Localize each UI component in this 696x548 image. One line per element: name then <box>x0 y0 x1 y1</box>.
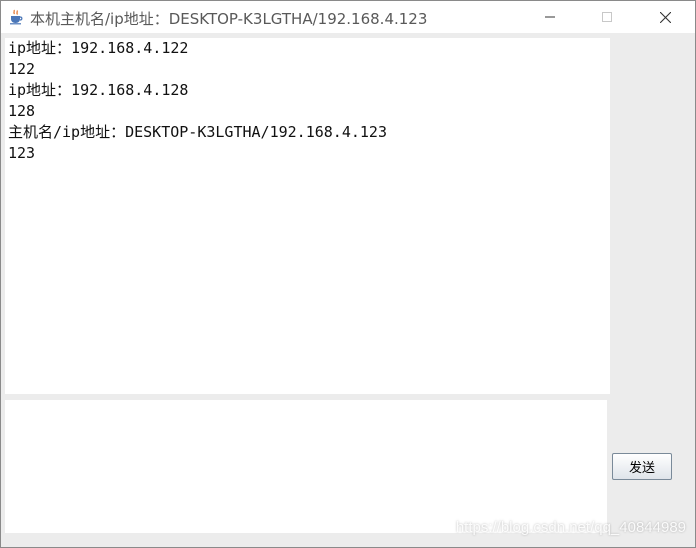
minimize-icon <box>545 16 555 18</box>
output-line: 128 <box>8 102 36 120</box>
output-line: ip地址：192.168.4.122 <box>8 39 189 57</box>
app-window: 本机主机名/ip地址：DESKTOP-K3LGTHA/192.168.4.123… <box>0 0 696 548</box>
close-button[interactable] <box>642 1 688 33</box>
watermark-text: https://blog.csdn.net/qq_40844989 <box>455 519 686 536</box>
java-coffee-cup-icon[interactable] <box>8 9 24 25</box>
minimize-button[interactable] <box>527 1 573 33</box>
close-icon <box>660 12 671 23</box>
maximize-icon <box>602 12 612 22</box>
output-line: 主机名/ip地址：DESKTOP-K3LGTHA/192.168.4.123 <box>8 123 387 141</box>
message-input[interactable] <box>5 400 607 533</box>
title-bar[interactable]: 本机主机名/ip地址：DESKTOP-K3LGTHA/192.168.4.123 <box>1 1 695 33</box>
maximize-button[interactable] <box>584 1 630 33</box>
output-line: 123 <box>8 144 36 162</box>
output-line: ip地址：192.168.4.128 <box>8 81 189 99</box>
output-line: 122 <box>8 60 36 78</box>
window-title: 本机主机名/ip地址：DESKTOP-K3LGTHA/192.168.4.123 <box>30 10 428 28</box>
send-button[interactable]: 发送 <box>612 453 672 480</box>
message-output-area[interactable]: ip地址：192.168.4.122 122 ip地址：192.168.4.12… <box>5 38 610 394</box>
